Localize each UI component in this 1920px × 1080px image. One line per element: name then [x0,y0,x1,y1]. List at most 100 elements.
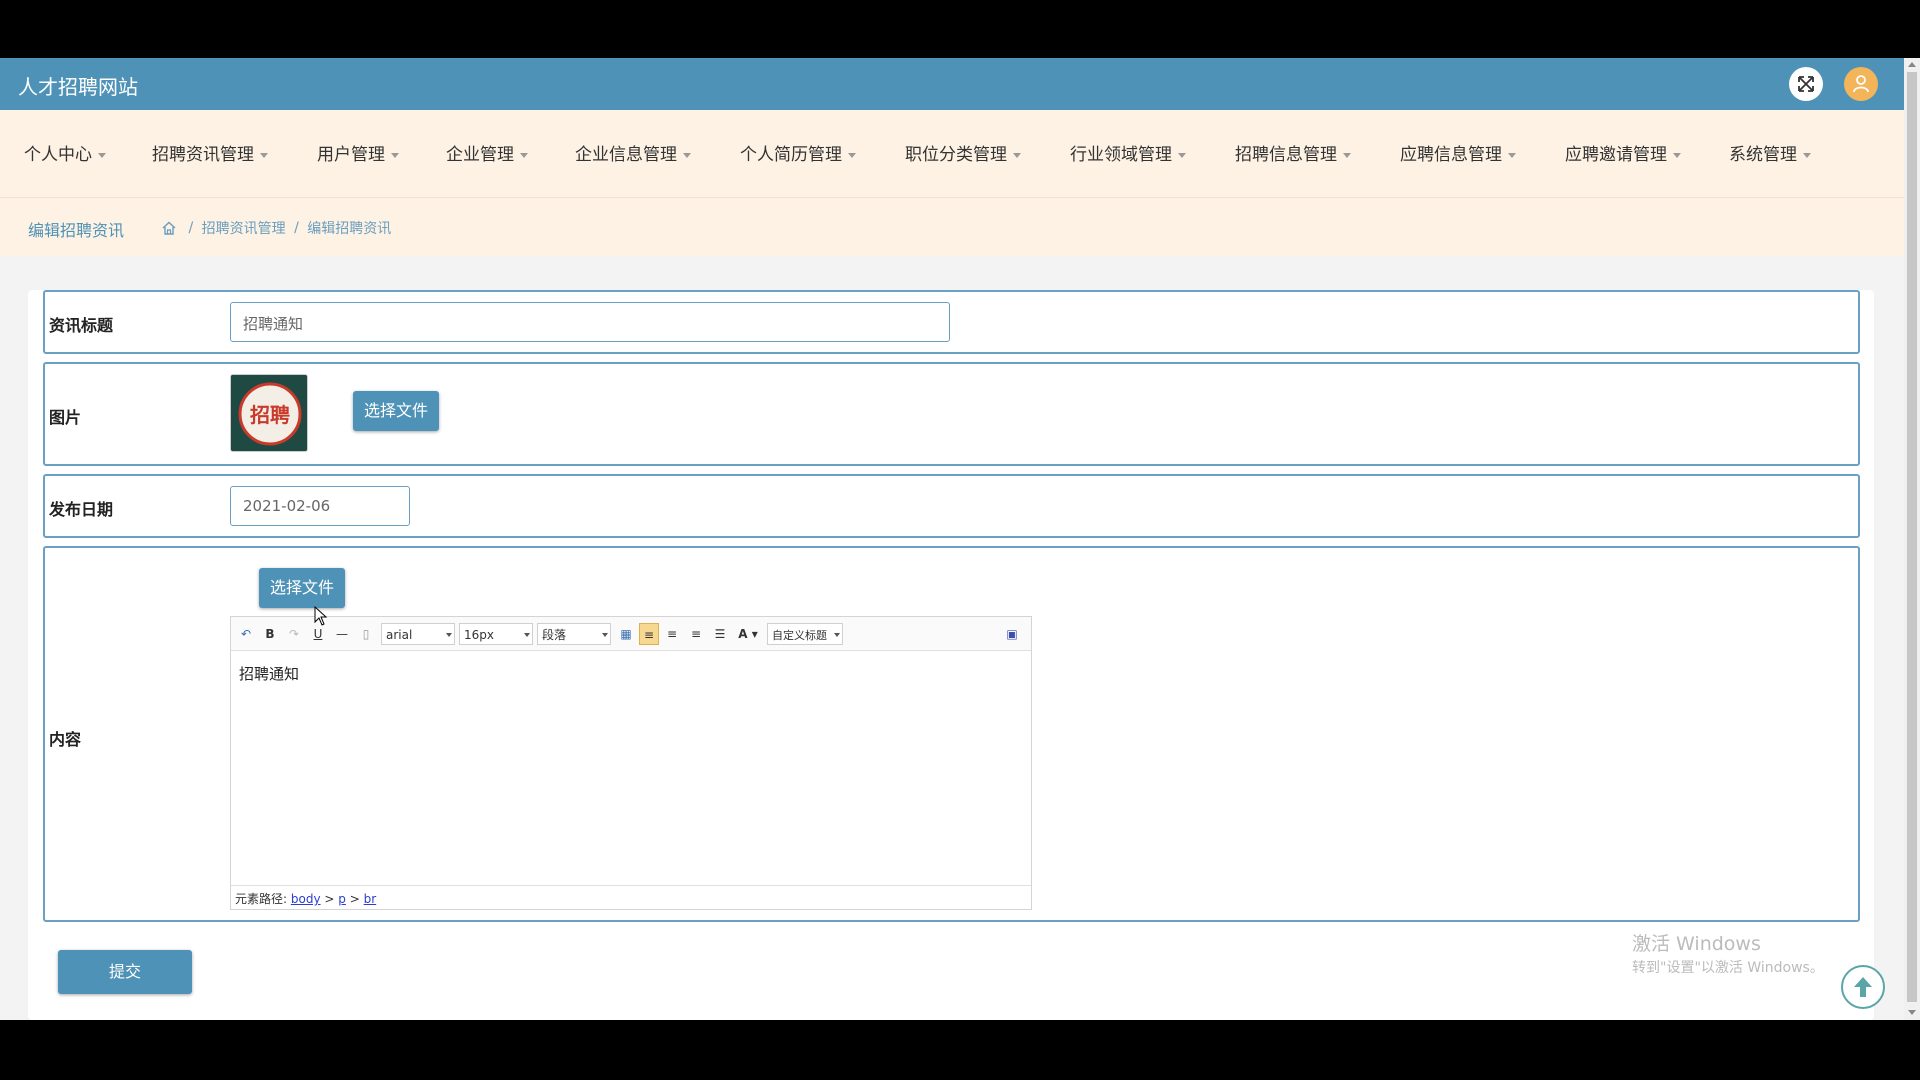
content-label: 内容 [49,730,82,749]
nav-resume-management[interactable]: 个人简历管理 [740,140,856,165]
main-nav: 个人中心 招聘资讯管理 用户管理 企业管理 企业信息管理 个人简历管理 职位分类… [0,110,1904,198]
rich-text-editor: ↶ B ↷ U — ▯ arial 16px 段落 ▦ ≡ ≡ ≡ ☰ A ▾ … [230,616,1032,910]
nav-application-management[interactable]: 应聘信息管理 [1400,140,1516,165]
path-separator: > [349,892,360,906]
caret-down-icon [1178,152,1186,158]
dropdown-arrow-icon [834,633,840,637]
page-icon[interactable]: ▯ [357,623,375,645]
image-label: 图片 [49,408,82,427]
nav-label: 行业领域管理 [1070,145,1172,165]
caret-down-icon [260,152,268,158]
nav-label: 应聘邀请管理 [1565,145,1667,165]
align-left-icon[interactable]: ≡ [639,623,659,645]
nav-label: 个人简历管理 [740,145,842,165]
windows-activation-watermark: 激活 Windows 转到"设置"以激活 Windows。 [1632,932,1824,980]
image-thumbnail: 招聘 [230,374,308,452]
dropdown-arrow-icon [446,633,452,637]
top-header: 人才招聘网站 [0,58,1904,110]
date-input[interactable]: 2021-02-06 [230,486,410,526]
caret-down-icon [848,152,856,158]
breadcrumb-bar: 编辑招聘资讯 / 招聘资讯管理 / 编辑招聘资讯 [0,198,1904,256]
nav-news-management[interactable]: 招聘资讯管理 [152,140,268,165]
nav-system-management[interactable]: 系统管理 [1729,140,1811,165]
scroll-to-top-button[interactable] [1841,965,1885,1009]
path-link-body[interactable]: body [291,892,321,906]
fullscreen-button[interactable] [1789,67,1823,101]
custom-heading-select[interactable]: 自定义标题 [767,623,843,645]
choose-image-button[interactable]: 选择文件 [353,391,439,431]
table-icon[interactable]: ▦ [617,623,635,645]
editor-content[interactable]: 招聘通知 [239,663,299,684]
submit-button[interactable]: 提交 [58,950,192,994]
user-avatar-button[interactable] [1844,67,1878,101]
caret-down-icon [1673,152,1681,158]
nav-user-management[interactable]: 用户管理 [317,140,399,165]
fullscreen-editor-icon[interactable]: ▣ [1003,623,1021,645]
breadcrumb: / 招聘资讯管理 / 编辑招聘资讯 [162,218,391,238]
title-input[interactable]: 招聘通知 [230,302,950,342]
scroll-up-arrow-icon[interactable] [1908,62,1916,67]
home-icon[interactable] [162,221,176,235]
nav-label: 企业管理 [446,145,514,165]
scroll-down-arrow-icon[interactable] [1908,1010,1916,1015]
nav-label: 系统管理 [1729,145,1797,165]
scrollbar-thumb[interactable] [1907,72,1917,1002]
breadcrumb-link-news-management[interactable]: 招聘资讯管理 [202,221,286,237]
caret-down-icon [1343,152,1351,158]
nav-industry-management[interactable]: 行业领域管理 [1070,140,1186,165]
svg-text:招聘: 招聘 [250,403,290,427]
breadcrumb-separator: / [188,220,194,236]
form-row-date: 发布日期 2021-02-06 [43,474,1860,538]
align-right-icon[interactable]: ≡ [663,623,681,645]
nav-invitation-management[interactable]: 应聘邀请管理 [1565,140,1681,165]
font-size-select[interactable]: 16px [459,623,533,645]
paragraph-select[interactable]: 段落 [537,623,611,645]
mouse-cursor-icon [314,606,328,626]
dropdown-arrow-icon [602,633,608,637]
user-icon [1853,75,1869,93]
font-family-value: arial [386,628,413,642]
nav-label: 招聘信息管理 [1235,145,1337,165]
nav-personal-center[interactable]: 个人中心 [24,140,106,165]
editor-status-bar: 元素路径: body > p > br [231,885,1031,909]
date-label: 发布日期 [49,500,114,519]
align-justify-icon[interactable]: ☰ [711,623,729,645]
font-family-select[interactable]: arial [381,623,455,645]
redo-icon[interactable]: ↷ [285,623,303,645]
nav-label: 职位分类管理 [905,145,1007,165]
horizontal-rule-icon[interactable]: — [333,623,351,645]
underline-icon[interactable]: U [309,623,327,645]
breadcrumb-current: 编辑招聘资讯 [307,221,392,237]
custom-heading-value: 自定义标题 [772,629,827,642]
element-path-label: 元素路径: [235,892,288,906]
caret-down-icon [1508,152,1516,158]
path-link-p[interactable]: p [338,892,346,906]
content-upload-button[interactable]: 选择文件 [259,568,345,608]
watermark-line1: 激活 Windows [1632,933,1761,955]
form-row-title: 资讯标题 招聘通知 [43,290,1860,354]
caret-down-icon [1013,152,1021,158]
align-center-icon[interactable]: ≡ [687,623,705,645]
caret-down-icon [391,152,399,158]
site-title: 人才招聘网站 [18,75,138,99]
path-separator: > [324,892,335,906]
nav-company-info-management[interactable]: 企业信息管理 [575,140,691,165]
edit-form: 资讯标题 招聘通知 图片 招聘 选择文件 发布日期 2021-02-06 内容 [28,290,1874,1020]
app-screen: 人才招聘网站 个人中心 招聘资讯管理 用户管理 企业管理 企业信息管理 个人简历… [0,58,1920,1020]
page-title: 编辑招聘资讯 [28,221,125,240]
caret-down-icon [520,152,528,158]
undo-icon[interactable]: ↶ [237,623,255,645]
font-color-icon[interactable]: A ▾ [735,623,761,645]
dropdown-arrow-icon [524,633,530,637]
page-scrollbar[interactable] [1904,58,1920,1020]
nav-job-posting-management[interactable]: 招聘信息管理 [1235,140,1351,165]
expand-icon [1798,76,1814,92]
bold-icon[interactable]: B [261,623,279,645]
path-link-br[interactable]: br [364,892,377,906]
recruit-logo-image: 招聘 [231,375,307,451]
nav-company-management[interactable]: 企业管理 [446,140,528,165]
arrow-up-icon [1854,977,1872,997]
editor-toolbar: ↶ B ↷ U — ▯ arial 16px 段落 ▦ ≡ ≡ ≡ ☰ A ▾ … [231,617,1031,651]
title-label: 资讯标题 [49,316,114,335]
nav-job-category-management[interactable]: 职位分类管理 [905,140,1021,165]
